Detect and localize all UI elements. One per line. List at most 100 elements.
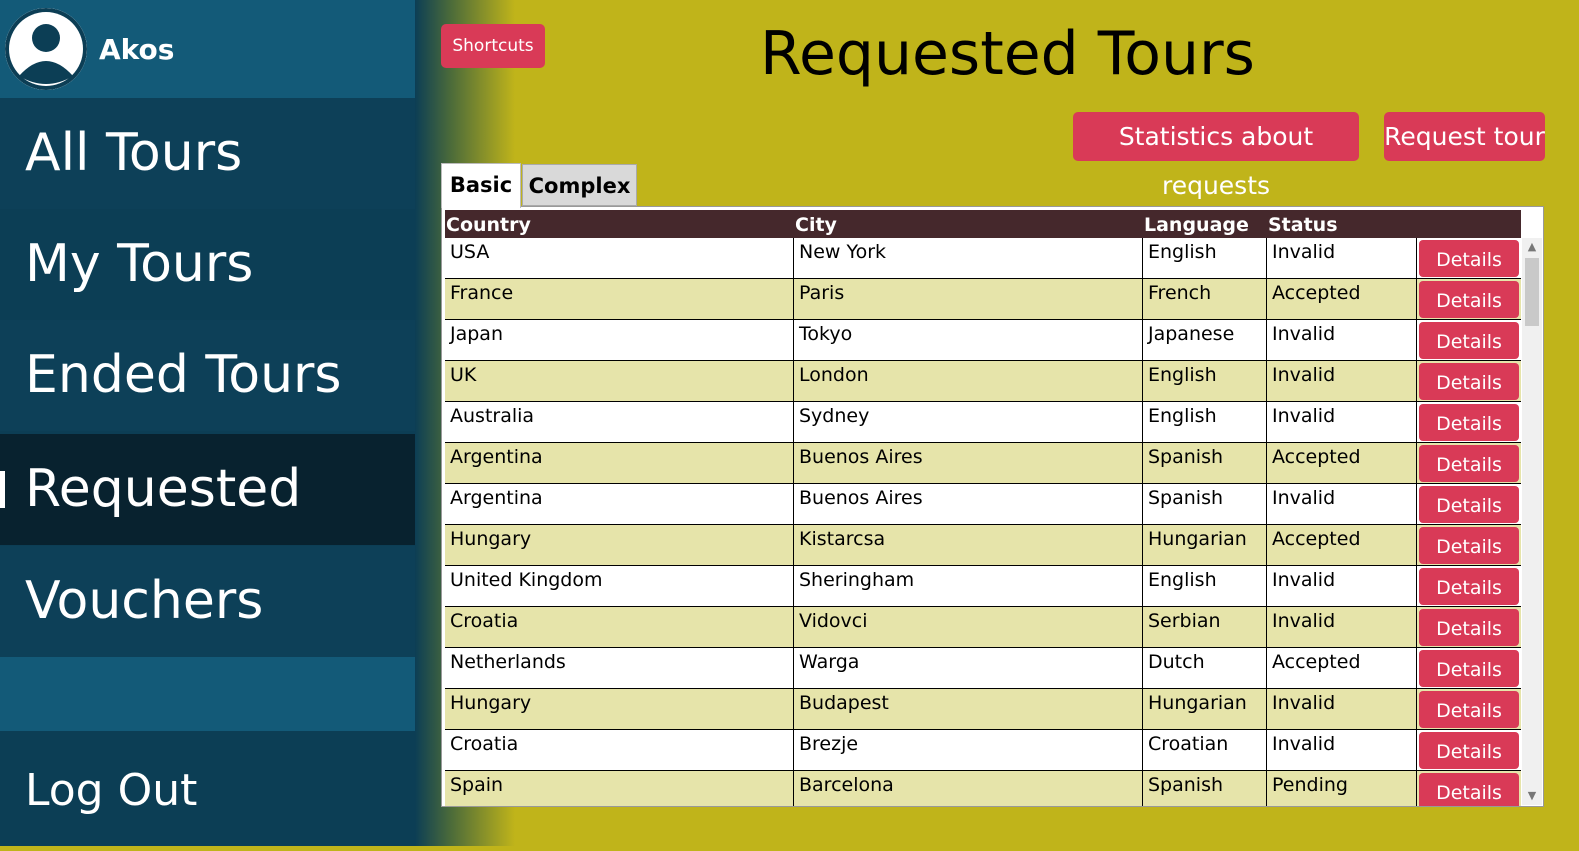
cell-country: Argentina xyxy=(445,443,794,483)
username: Akos xyxy=(99,32,175,66)
cell-language: Spanish xyxy=(1143,484,1267,524)
details-button[interactable]: Details xyxy=(1419,609,1519,646)
avatar xyxy=(5,8,87,90)
cell-country: Croatia xyxy=(445,730,794,770)
user-icon xyxy=(5,8,87,90)
sidebar-item-requested-tours[interactable]: Requested Tours xyxy=(0,434,415,630)
cell-status: Accepted xyxy=(1267,443,1417,483)
table-row: Netherlands Warga Dutch Accepted Details xyxy=(445,648,1521,689)
column-header-status: Status xyxy=(1268,214,1338,236)
table-row: Argentina Buenos Aires Spanish Accepted Deta… xyxy=(445,443,1521,484)
scroll-down-icon[interactable]: ▼ xyxy=(1522,787,1542,805)
details-button[interactable]: Details xyxy=(1419,773,1519,806)
details-button[interactable]: Details xyxy=(1419,445,1519,482)
cell-country: UK xyxy=(445,361,794,401)
cell-language: Dutch xyxy=(1143,648,1267,688)
cell-language: Spanish xyxy=(1143,771,1267,806)
cell-city: Barcelona xyxy=(794,771,1143,806)
cell-city: Buenos Aires xyxy=(794,484,1143,524)
cell-status: Invalid xyxy=(1267,484,1417,524)
sidebar-item-all-tours[interactable]: All Tours xyxy=(0,98,415,209)
cell-city: Tokyo xyxy=(794,320,1143,360)
sidebar-item-vouchers[interactable]: Vouchers xyxy=(0,546,415,657)
cell-country: USA xyxy=(445,238,794,278)
cell-city: Vidovci xyxy=(794,607,1143,647)
cell-city: Warga xyxy=(794,648,1143,688)
cell-language: French xyxy=(1143,279,1267,319)
cell-city: London xyxy=(794,361,1143,401)
details-button[interactable]: Details xyxy=(1419,240,1519,277)
cell-language: English xyxy=(1143,402,1267,442)
cell-status: Invalid xyxy=(1267,402,1417,442)
cell-status: Invalid xyxy=(1267,566,1417,606)
logout-button[interactable]: Log Out xyxy=(0,731,415,846)
cell-status: Invalid xyxy=(1267,238,1417,278)
cell-status: Invalid xyxy=(1267,320,1417,360)
table-row: Japan Tokyo Japanese Invalid Details xyxy=(445,320,1521,361)
tab-basic[interactable]: Basic xyxy=(441,163,521,208)
scroll-thumb[interactable] xyxy=(1525,258,1539,326)
table-scrollbar[interactable]: ▲ ▼ xyxy=(1522,238,1542,805)
cell-country: Hungary xyxy=(445,525,794,565)
cell-country: Japan xyxy=(445,320,794,360)
details-button[interactable]: Details xyxy=(1419,322,1519,359)
user-panel: Akos xyxy=(0,0,415,98)
cell-status: Accepted xyxy=(1267,648,1417,688)
cell-language: Croatian xyxy=(1143,730,1267,770)
cell-country: Hungary xyxy=(445,689,794,729)
details-button[interactable]: Details xyxy=(1419,650,1519,687)
table-row: United Kingdom Sheringham English Invalid De… xyxy=(445,566,1521,607)
cell-language: English xyxy=(1143,566,1267,606)
sidebar-item-label: All Tours xyxy=(25,123,243,183)
details-button[interactable]: Details xyxy=(1419,732,1519,769)
sidebar-item-ended-tours[interactable]: Ended Tours xyxy=(0,320,415,431)
cell-language: English xyxy=(1143,238,1267,278)
cell-country: Argentina xyxy=(445,484,794,524)
details-button[interactable]: Details xyxy=(1419,691,1519,728)
request-tour-button[interactable]: Request tour xyxy=(1384,112,1545,161)
table-row: USA New York English Invalid Details xyxy=(445,238,1521,279)
cell-status: Accepted xyxy=(1267,279,1417,319)
statistics-button[interactable]: Statistics about requests xyxy=(1073,112,1359,200)
details-button[interactable]: Details xyxy=(1419,281,1519,318)
cell-language: Serbian xyxy=(1143,607,1267,647)
sidebar-item-label: My Tours xyxy=(25,234,254,294)
table-row: Croatia Vidovci Serbian Invalid Details xyxy=(445,607,1521,648)
shortcuts-button[interactable]: Shortcuts xyxy=(441,24,545,68)
table-body: USA New York English Invalid Details France Pa… xyxy=(445,238,1521,806)
cell-city: Buenos Aires xyxy=(794,443,1143,483)
cell-country: Australia xyxy=(445,402,794,442)
cell-country: Spain xyxy=(445,771,794,806)
details-button[interactable]: Details xyxy=(1419,486,1519,523)
cell-city: Budapest xyxy=(794,689,1143,729)
details-button[interactable]: Details xyxy=(1419,363,1519,400)
table-row: France Paris French Accepted Details xyxy=(445,279,1521,320)
cell-city: Kistarcsa xyxy=(794,525,1143,565)
page-title: Requested Tours xyxy=(760,19,1255,89)
table-header: Country City Language Status xyxy=(445,210,1521,238)
cell-status: Invalid xyxy=(1267,361,1417,401)
scroll-up-icon[interactable]: ▲ xyxy=(1522,238,1542,256)
details-button[interactable]: Details xyxy=(1419,404,1519,441)
cell-language: Spanish xyxy=(1143,443,1267,483)
details-button[interactable]: Details xyxy=(1419,527,1519,564)
cell-country: Netherlands xyxy=(445,648,794,688)
table-row: Australia Sydney English Invalid Details xyxy=(445,402,1521,443)
cell-country: Croatia xyxy=(445,607,794,647)
cell-language: Hungarian xyxy=(1143,689,1267,729)
cell-status: Accepted xyxy=(1267,525,1417,565)
sidebar-spacer xyxy=(0,657,415,731)
sidebar-item-label: Vouchers xyxy=(25,571,264,631)
cell-language: Hungarian xyxy=(1143,525,1267,565)
table-row: Spain Barcelona Spanish Pending Details xyxy=(445,771,1521,806)
table-row: UK London English Invalid Details xyxy=(445,361,1521,402)
column-header-country: Country xyxy=(446,214,531,236)
active-indicator xyxy=(0,471,5,508)
logout-label: Log Out xyxy=(25,765,198,816)
details-button[interactable]: Details xyxy=(1419,568,1519,605)
cell-country: France xyxy=(445,279,794,319)
tab-complex[interactable]: Complex xyxy=(522,164,637,206)
requests-table: Country City Language Status USA New York… xyxy=(441,206,1544,807)
sidebar-item-my-tours[interactable]: My Tours xyxy=(0,209,415,320)
sidebar-item-label: Ended Tours xyxy=(25,345,342,405)
